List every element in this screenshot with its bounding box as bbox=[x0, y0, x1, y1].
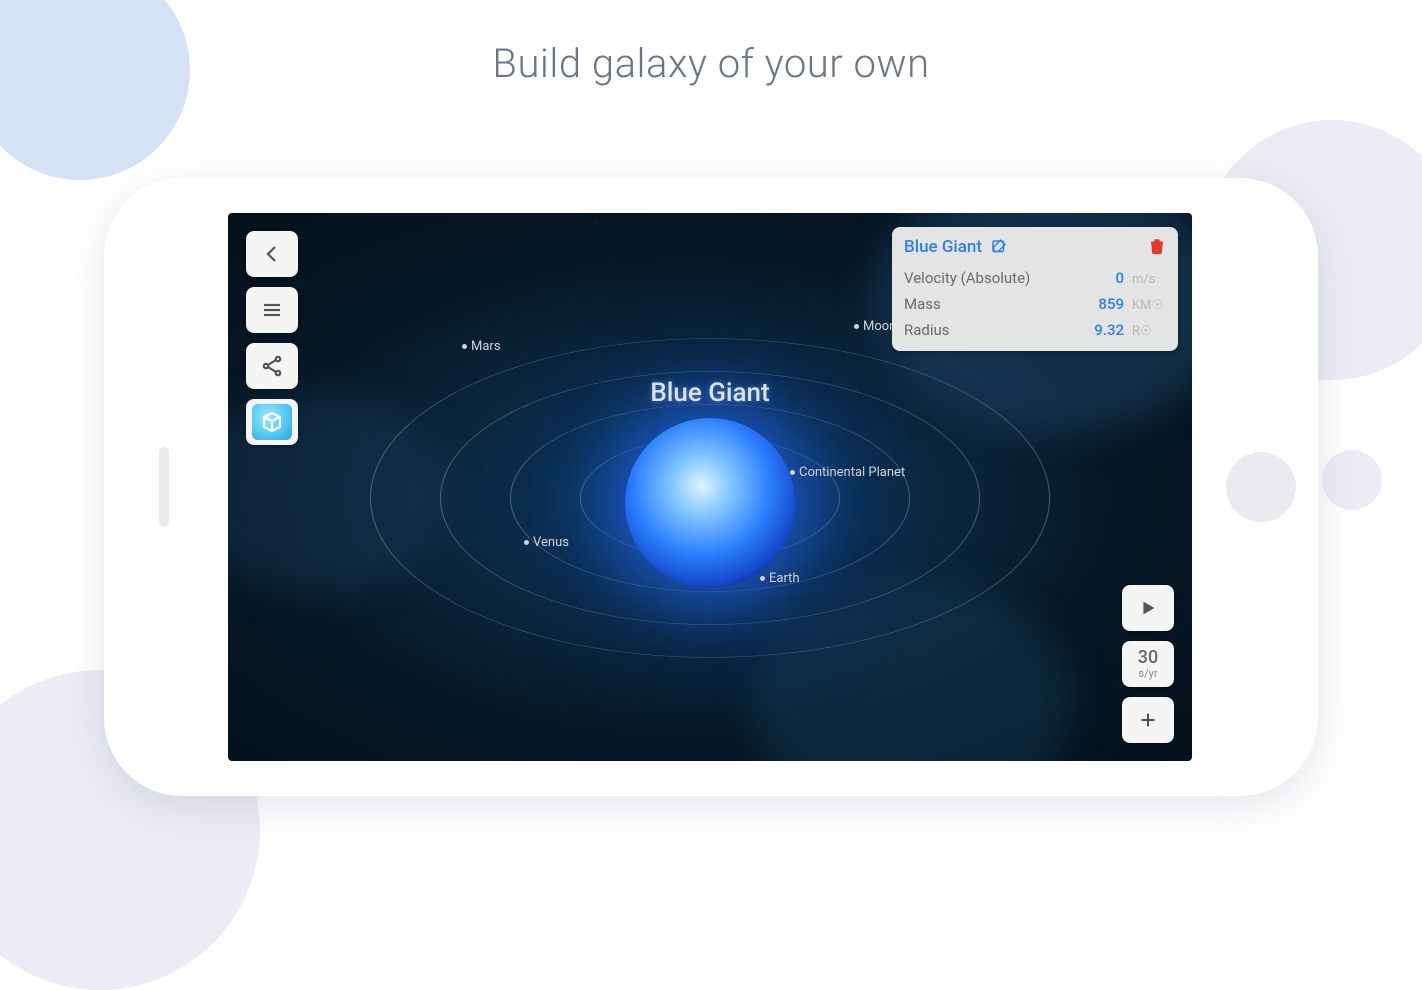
star-blue-giant[interactable] bbox=[625, 418, 795, 588]
planet-label-earth[interactable]: Earth bbox=[760, 571, 800, 586]
left-toolbar bbox=[246, 231, 298, 445]
edit-icon bbox=[990, 238, 1008, 256]
menu-icon bbox=[260, 298, 284, 322]
row-label: Velocity (Absolute) bbox=[904, 269, 1030, 287]
menu-button[interactable] bbox=[246, 287, 298, 333]
delete-button[interactable] bbox=[1148, 237, 1166, 257]
speed-value: 30 bbox=[1138, 648, 1158, 668]
play-button[interactable] bbox=[1122, 585, 1174, 631]
page-headline: Build galaxy of your own bbox=[0, 40, 1422, 87]
panel-row-velocity[interactable]: Velocity (Absolute) 0 m/s bbox=[904, 265, 1166, 291]
row-value: 859 bbox=[1098, 295, 1124, 313]
play-icon bbox=[1137, 597, 1159, 619]
decor-blob bbox=[1322, 450, 1382, 510]
planet-label-mars[interactable]: Mars bbox=[462, 339, 501, 354]
panel-row-radius[interactable]: Radius 9.32 R☉ bbox=[904, 317, 1166, 343]
row-unit: R☉ bbox=[1132, 324, 1166, 339]
row-value: 0 bbox=[1115, 269, 1124, 287]
phone-speaker bbox=[159, 447, 169, 527]
star-label: Blue Giant bbox=[650, 378, 769, 408]
planet-label-moon[interactable]: Moon bbox=[854, 319, 896, 334]
add-button[interactable] bbox=[1122, 697, 1174, 743]
planet-label-venus[interactable]: Venus bbox=[524, 535, 569, 550]
plus-icon bbox=[1137, 709, 1159, 731]
speed-unit: s/yr bbox=[1138, 668, 1157, 680]
edit-button[interactable] bbox=[990, 238, 1008, 256]
row-label: Radius bbox=[904, 321, 950, 339]
planet-label-continental[interactable]: Continental Planet bbox=[790, 465, 905, 480]
chevron-left-icon bbox=[260, 242, 284, 266]
object-info-panel: Blue Giant Velocity (Absolute) 0 m/s Mass… bbox=[892, 227, 1178, 351]
row-unit: KM☉ bbox=[1132, 298, 1166, 313]
row-value: 9.32 bbox=[1094, 321, 1124, 339]
row-unit: m/s bbox=[1132, 272, 1166, 287]
speed-button[interactable]: 30 s/yr bbox=[1122, 641, 1174, 687]
phone-home-button bbox=[1226, 452, 1296, 522]
back-button[interactable] bbox=[246, 231, 298, 277]
app-screen[interactable]: Blue Giant Mars Moon Continental Planet … bbox=[228, 213, 1192, 761]
panel-title: Blue Giant bbox=[904, 237, 982, 257]
row-label: Mass bbox=[904, 295, 941, 313]
trash-icon bbox=[1148, 237, 1166, 255]
phone-frame: Blue Giant Mars Moon Continental Planet … bbox=[104, 178, 1318, 796]
right-toolbar: 30 s/yr bbox=[1122, 585, 1174, 743]
decor-blob bbox=[0, 0, 190, 180]
panel-row-mass[interactable]: Mass 859 KM☉ bbox=[904, 291, 1166, 317]
cube-icon bbox=[260, 410, 284, 434]
view-3d-button[interactable] bbox=[246, 399, 298, 445]
share-icon bbox=[260, 354, 284, 378]
share-button[interactable] bbox=[246, 343, 298, 389]
